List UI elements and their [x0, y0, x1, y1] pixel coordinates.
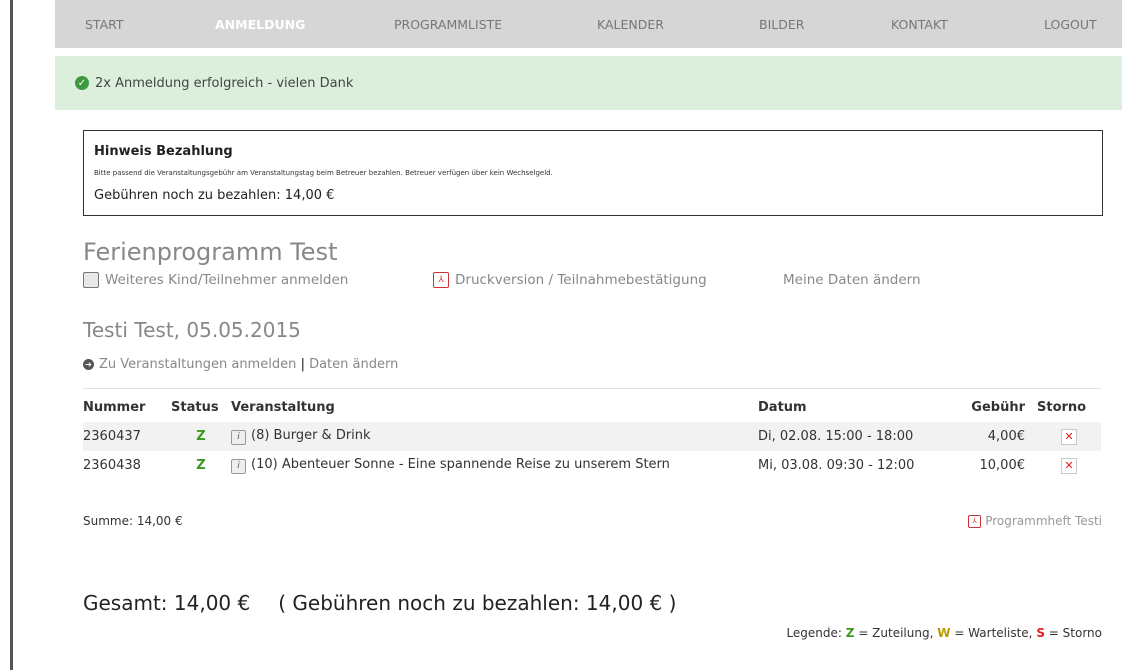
registrations-table: Nummer Status Veranstaltung Datum Gebühr… — [83, 392, 1101, 480]
info-icon[interactable]: i — [231, 430, 246, 445]
cancel-icon[interactable]: ✕ — [1061, 428, 1077, 445]
cancel-icon[interactable]: ✕ — [1061, 457, 1077, 474]
cell-datum: Mi, 03.08. 09:30 - 12:00 — [758, 458, 915, 473]
sum-label: Summe: 14,00 € — [83, 514, 183, 528]
main-navigation: START ANMELDUNG PROGRAMMLISTE KALENDER B… — [55, 0, 1122, 48]
info-icon[interactable]: i — [231, 459, 246, 474]
cell-datum: Di, 02.08. 15:00 - 18:00 — [758, 422, 938, 451]
total-fee-remaining: ( Gebühren noch zu bezahlen: 14,00 € ) — [278, 591, 677, 615]
add-participant-link[interactable]: Weiteres Kind/Teilnehmer anmelden — [83, 272, 348, 288]
arrow-right-icon: ➜ — [83, 359, 94, 370]
print-version-label: Druckversion / Teilnahmebestätigung — [455, 272, 707, 288]
cell-gebuehr: 10,00€ — [979, 458, 1026, 473]
hint-text: Bitte passend die Veranstaltungsgebühr a… — [94, 169, 553, 177]
legend-prefix: Legende: — [786, 626, 842, 640]
participant-links: ➜ Zu Veranstaltungen anmelden | Daten än… — [83, 357, 398, 372]
pdf-icon: ⅄ — [433, 272, 449, 288]
header-nummer: Nummer — [83, 399, 146, 415]
participant-name: Testi Test, 05.05.2015 — [83, 318, 301, 342]
cell-storno: ✕ — [1037, 422, 1101, 451]
header-veranstaltung: Veranstaltung — [231, 399, 335, 415]
table-row: 2360437 Z i (8) Burger & Drink Di, 02.08.… — [83, 422, 1101, 451]
nav-kontakt[interactable]: KONTAKT — [891, 17, 948, 32]
legend: Legende: Z = Zuteilung, W = Warteliste, … — [786, 626, 1102, 640]
programmheft-label: Programmheft Testi — [985, 514, 1102, 528]
event-title: (8) Burger & Drink — [251, 428, 371, 443]
legend-s: S — [1036, 626, 1045, 640]
program-title: Ferienprogramm Test — [83, 238, 338, 266]
add-person-icon — [83, 272, 99, 288]
cell-veranstaltung: i (8) Burger & Drink — [231, 422, 758, 451]
nav-start[interactable]: START — [85, 17, 124, 32]
nav-bilder[interactable]: BILDER — [759, 17, 804, 32]
success-message: ✓ 2x Anmeldung erfolgreich - vielen Dank — [55, 56, 1122, 110]
success-text: 2x Anmeldung erfolgreich - vielen Dank — [95, 75, 354, 91]
total-line: Gesamt: 14,00 € ( Gebühren noch zu bezahl… — [83, 591, 676, 615]
nav-kalender[interactable]: KALENDER — [597, 17, 664, 32]
left-border-line — [10, 0, 13, 670]
hint-title: Hinweis Bezahlung — [94, 144, 233, 159]
legend-w-text: = Warteliste, — [954, 626, 1033, 640]
link-separator: | — [300, 357, 306, 372]
table-row: 2360438 Z i (10) Abenteuer Sonne - Eine s… — [83, 451, 1101, 480]
cell-nummer: 2360437 — [83, 422, 171, 451]
divider — [83, 388, 1101, 389]
cell-gebuehr: 4,00€ — [938, 422, 1037, 451]
cell-storno: ✕ — [1037, 451, 1101, 480]
total-amount: Gesamt: 14,00 € — [83, 591, 251, 615]
table-header-row: Nummer Status Veranstaltung Datum Gebühr… — [83, 392, 1101, 422]
header-datum: Datum — [758, 399, 807, 415]
legend-s-text: = Storno — [1048, 626, 1102, 640]
event-title: (10) Abenteuer Sonne - Eine spannende Re… — [251, 457, 670, 472]
add-participant-label: Weiteres Kind/Teilnehmer anmelden — [105, 272, 349, 288]
legend-z: Z — [845, 626, 855, 640]
nav-programmliste[interactable]: PROGRAMMLISTE — [394, 17, 502, 32]
register-events-link[interactable]: Zu Veranstaltungen anmelden — [99, 357, 296, 372]
header-gebuehr: Gebühr — [971, 399, 1025, 415]
hint-fee: Gebühren noch zu bezahlen: 14,00 € — [94, 188, 335, 203]
check-icon: ✓ — [75, 76, 89, 90]
change-my-data-link[interactable]: Meine Daten ändern — [783, 272, 921, 288]
status-badge: Z — [196, 458, 206, 473]
cell-nummer: 2360438 — [83, 458, 141, 473]
change-data-link[interactable]: Daten ändern — [309, 357, 398, 372]
payment-hint-box: Hinweis Bezahlung Bitte passend die Vera… — [83, 130, 1103, 216]
header-storno: Storno — [1037, 399, 1087, 415]
print-version-link[interactable]: ⅄ Druckversion / Teilnahmebestätigung — [433, 272, 707, 288]
change-my-data-label: Meine Daten ändern — [783, 272, 921, 288]
status-badge: Z — [171, 422, 231, 451]
nav-logout[interactable]: LOGOUT — [1044, 17, 1097, 32]
header-status: Status — [171, 399, 219, 415]
legend-w: W — [937, 626, 951, 640]
legend-z-text: = Zuteilung, — [858, 626, 934, 640]
pdf-icon: ⅄ — [968, 514, 982, 528]
nav-anmeldung[interactable]: ANMELDUNG — [215, 17, 305, 32]
programmheft-link[interactable]: ⅄ Programmheft Testi — [968, 514, 1102, 528]
cell-veranstaltung: i (10) Abenteuer Sonne - Eine spannende R… — [231, 451, 758, 480]
